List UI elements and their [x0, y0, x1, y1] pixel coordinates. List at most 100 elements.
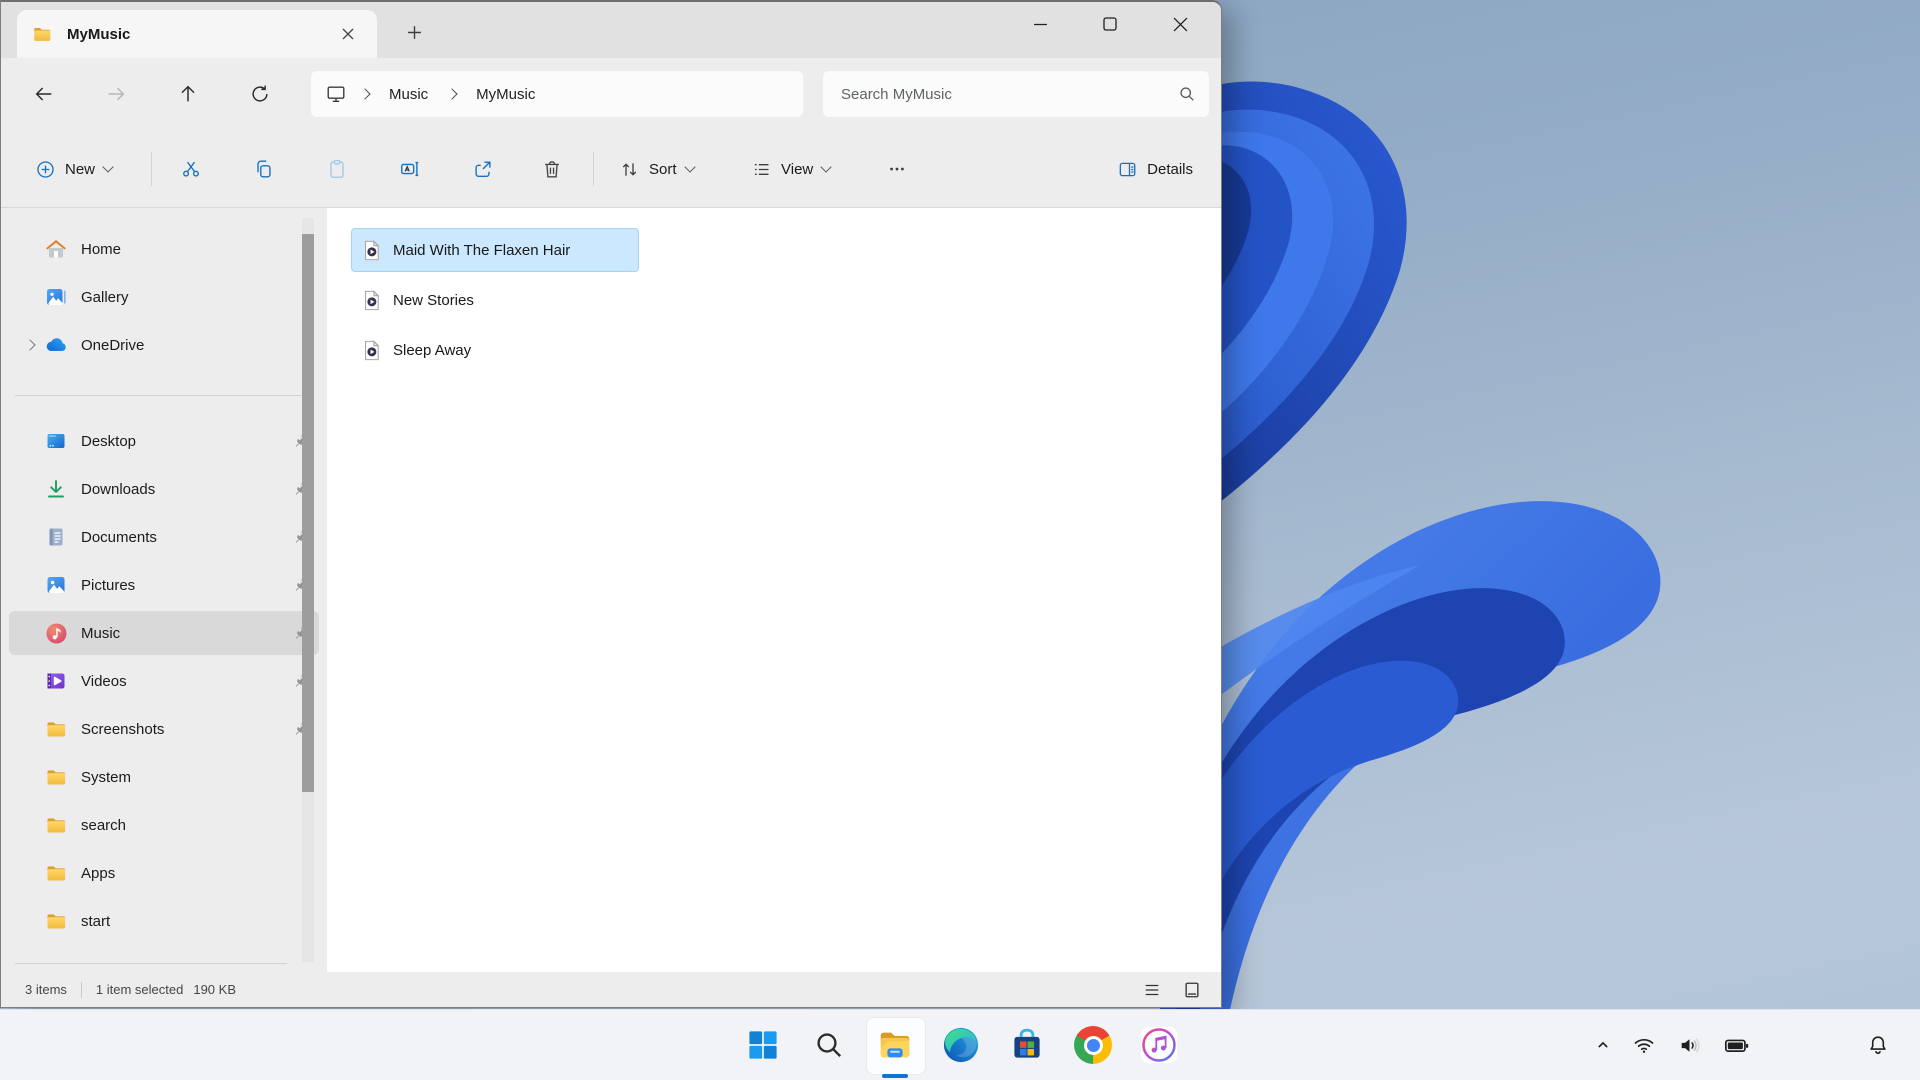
videos-icon: [43, 668, 69, 694]
view-list-icon: [751, 159, 772, 180]
notifications-bell-icon[interactable]: [1854, 1010, 1902, 1080]
folder-icon: [43, 908, 69, 934]
main-area: Home Gallery OneDrive: [1, 208, 1221, 972]
view-button[interactable]: View: [739, 147, 842, 191]
delete-button[interactable]: [528, 147, 576, 191]
breadcrumb: Music MyMusic: [311, 71, 803, 117]
close-button[interactable]: [1145, 2, 1215, 46]
sidebar-item-desktop[interactable]: Desktop: [9, 419, 319, 463]
sidebar-divider: [1, 371, 327, 419]
search-icon[interactable]: [1177, 84, 1197, 104]
folder-icon: [43, 716, 69, 742]
tab-mymusic[interactable]: MyMusic: [17, 10, 377, 58]
back-button[interactable]: [22, 72, 66, 116]
folder-icon: [43, 812, 69, 838]
new-tab-button[interactable]: [397, 15, 431, 49]
toolbar-divider: [151, 152, 152, 186]
sidebar-item-videos[interactable]: Videos: [9, 659, 319, 703]
taskbar-itunes-button[interactable]: [1137, 1010, 1181, 1080]
this-pc-monitor-icon[interactable]: [325, 83, 347, 105]
taskbar-edge-button[interactable]: [939, 1010, 983, 1080]
taskbar-store-button[interactable]: [1005, 1010, 1049, 1080]
volume-icon: [1677, 1033, 1702, 1058]
sidebar-item-apps[interactable]: Apps: [9, 851, 319, 895]
chevron-down-icon: [102, 161, 113, 172]
onedrive-cloud-icon: [43, 332, 69, 358]
file-list[interactable]: Maid With The Flaxen Hair New Stories Sl…: [327, 208, 1221, 972]
sidebar-item-onedrive[interactable]: OneDrive: [9, 323, 319, 367]
sidebar-item-documents[interactable]: Documents: [9, 515, 319, 559]
share-button[interactable]: [459, 147, 507, 191]
view-button-label: View: [781, 161, 813, 178]
chevron-right-icon: [359, 88, 370, 99]
copy-icon: [253, 158, 275, 180]
share-icon: [472, 158, 494, 180]
status-bar: 3 items 1 item selected 190 KB: [1, 972, 1221, 1007]
new-button-label: New: [65, 161, 95, 178]
breadcrumb-item-mymusic[interactable]: MyMusic: [470, 82, 541, 107]
new-button[interactable]: New: [21, 147, 126, 191]
sidebar-item-start[interactable]: start: [9, 899, 319, 943]
pictures-icon: [43, 572, 69, 598]
documents-icon: [43, 524, 69, 550]
folder-icon: [31, 23, 53, 45]
command-toolbar: New Sort: [1, 130, 1221, 208]
home-icon: [43, 236, 69, 262]
copy-button[interactable]: [240, 147, 288, 191]
sidebar-item-music[interactable]: Music: [9, 611, 319, 655]
details-view-icon[interactable]: [1137, 977, 1167, 1003]
large-icons-view-icon[interactable]: [1177, 977, 1207, 1003]
taskbar: [0, 1009, 1920, 1080]
file-row-maid-with-the-flaxen-hair[interactable]: Maid With The Flaxen Hair: [351, 228, 639, 272]
battery-icon: [1723, 1032, 1750, 1059]
file-row-new-stories[interactable]: New Stories: [351, 278, 639, 322]
tray-status-group[interactable]: [1626, 1010, 1756, 1080]
taskbar-file-explorer-button[interactable]: [873, 1010, 917, 1080]
folder-icon: [43, 860, 69, 886]
selection-count: 1 item selected: [96, 982, 183, 997]
sidebar-item-screenshots[interactable]: Screenshots: [9, 707, 319, 751]
paste-button[interactable]: [313, 147, 361, 191]
file-row-sleep-away[interactable]: Sleep Away: [351, 328, 639, 372]
tab-close-icon[interactable]: [333, 19, 363, 49]
refresh-button[interactable]: [238, 72, 282, 116]
selection-size: 190 KB: [193, 982, 236, 997]
paste-clipboard-icon: [326, 158, 348, 180]
chevron-right-icon: [447, 88, 458, 99]
sort-arrows-icon: [619, 159, 640, 180]
search-input[interactable]: [839, 85, 1177, 104]
sidebar-item-home[interactable]: Home: [9, 227, 319, 271]
details-pane-icon: [1117, 159, 1138, 180]
sidebar-item-search[interactable]: search: [9, 803, 319, 847]
hidden-icons-chevron[interactable]: [1581, 1010, 1625, 1080]
breadcrumb-item-music[interactable]: Music: [383, 82, 434, 107]
start-button[interactable]: [741, 1010, 785, 1080]
cut-scissors-icon: [180, 158, 202, 180]
up-button[interactable]: [166, 72, 210, 116]
taskbar-search-button[interactable]: [807, 1010, 851, 1080]
details-button[interactable]: Details: [1105, 147, 1205, 191]
minimize-button[interactable]: [1005, 2, 1075, 46]
gallery-icon: [43, 284, 69, 310]
wallpaper-bloom-graphic: [1160, 0, 1920, 1010]
plus-circle-icon: [35, 159, 56, 180]
sort-button[interactable]: Sort: [607, 147, 706, 191]
see-more-button[interactable]: [873, 147, 921, 191]
window-controls: [1005, 2, 1215, 46]
search-icon: [813, 1029, 845, 1061]
taskbar-chrome-button[interactable]: [1071, 1010, 1115, 1080]
expand-chevron-icon[interactable]: [17, 341, 43, 349]
chevron-down-icon: [821, 161, 832, 172]
sidebar-bottom-divider: [15, 963, 287, 964]
rename-button[interactable]: [386, 147, 434, 191]
cut-button[interactable]: [167, 147, 215, 191]
item-count: 3 items: [25, 982, 67, 997]
forward-button[interactable]: [94, 72, 138, 116]
sidebar-item-system[interactable]: System: [9, 755, 319, 799]
sidebar-item-pictures[interactable]: Pictures: [9, 563, 319, 607]
sidebar-item-gallery[interactable]: Gallery: [9, 275, 319, 319]
sidebar-item-downloads[interactable]: Downloads: [9, 467, 319, 511]
trash-icon: [541, 158, 563, 180]
maximize-button[interactable]: [1075, 2, 1145, 46]
sidebar-scrollbar-thumb[interactable]: [302, 234, 314, 792]
